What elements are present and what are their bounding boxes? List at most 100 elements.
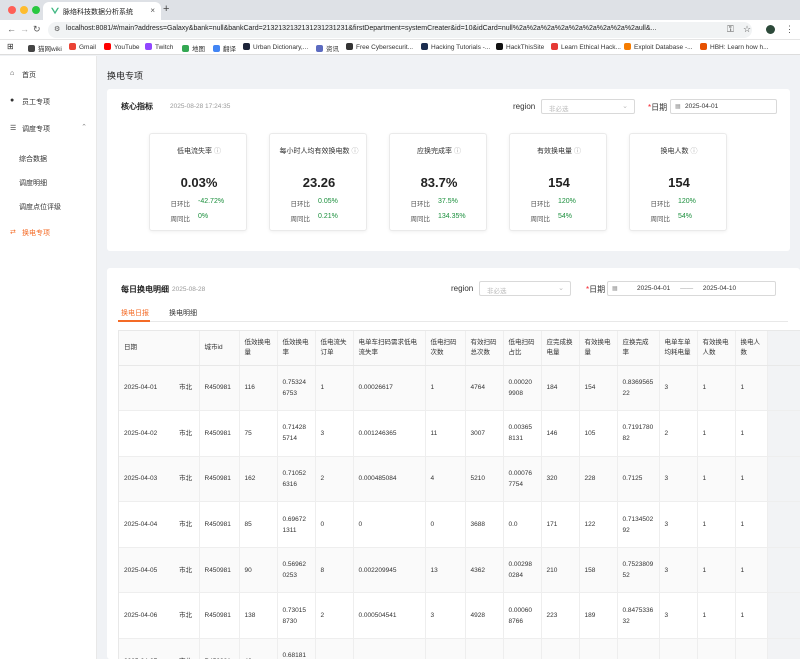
table-row[interactable]: 2025-04-06 bbox=[119, 592, 176, 640]
table-cell: 0.0 bbox=[503, 501, 542, 548]
table-cell-overflow bbox=[767, 547, 800, 594]
key-icon[interactable]: ⚿ bbox=[727, 24, 734, 35]
table-cell-overflow bbox=[767, 638, 800, 659]
column-header[interactable]: 低效换电率 bbox=[277, 331, 316, 366]
column-header[interactable]: 电单车单均耗电量 bbox=[659, 331, 698, 366]
table-row[interactable]: 2025-04-03 bbox=[119, 456, 176, 503]
city-name-cell: 市北 bbox=[174, 456, 200, 503]
bookmark-item[interactable]: HBH: Learn how h... bbox=[700, 43, 769, 51]
table-cell: 154 bbox=[579, 365, 618, 412]
table-cell: 1 bbox=[697, 365, 736, 412]
close-window-button[interactable] bbox=[8, 6, 16, 14]
reload-icon[interactable]: ↻ bbox=[33, 24, 41, 35]
table-cell: 0.696721311 bbox=[277, 501, 316, 548]
bookmark-star-icon[interactable]: ☆ bbox=[743, 24, 751, 35]
sidebar-item-home[interactable]: ⌂ 首页 bbox=[0, 66, 97, 84]
sidebar-item-battery-swap[interactable]: ⇄ 换电专项 bbox=[0, 224, 97, 242]
column-header[interactable]: 低电扫码占比 bbox=[503, 331, 542, 366]
table-row[interactable]: 市北R450981400.681818 bbox=[174, 638, 800, 659]
column-header[interactable]: 电单车扫码需求低电流失率 bbox=[353, 331, 426, 366]
date-label: *日期 bbox=[648, 103, 668, 112]
table-row[interactable]: 市北 R450981 138 0.730158730 2 0.000504541 3 4928… bbox=[174, 592, 800, 640]
browser-menu-icon[interactable]: ⋮ bbox=[785, 24, 794, 35]
apps-grid-icon[interactable]: ⊞ bbox=[7, 42, 14, 51]
date-cell: 2025-04-01 bbox=[119, 365, 176, 412]
column-header[interactable]: 低电流失订单 bbox=[315, 331, 354, 366]
table-row[interactable]: 市北 R450981 85 0.696721311 0 0 0 3688 0.0 171 122 0.… bbox=[174, 501, 800, 548]
column-header[interactable]: 应换完成率 bbox=[617, 331, 660, 366]
tab-close-icon[interactable]: × bbox=[150, 6, 155, 15]
back-icon[interactable]: ← bbox=[7, 24, 16, 34]
table-cell: 0.730158730 bbox=[277, 592, 316, 640]
bookmark-item[interactable]: Twitch bbox=[145, 43, 173, 51]
table-row[interactable]: 2025-04-07 bbox=[119, 638, 176, 659]
kpi-wow-label: 周同比 bbox=[650, 216, 671, 223]
bookmark-item[interactable]: Free Cybersecurit... bbox=[346, 43, 413, 51]
kpi-dod-label: 日环比 bbox=[650, 201, 671, 208]
table-cell: 4 bbox=[425, 456, 466, 503]
maximize-window-button[interactable] bbox=[32, 6, 40, 14]
daily-region-select[interactable]: 非必选 ⌄ bbox=[479, 281, 571, 296]
table-cell-overflow bbox=[767, 592, 800, 640]
url-input[interactable]: ⚙ localhost:8081/#/main?address=Galaxy&b… bbox=[48, 22, 752, 38]
column-header[interactable]: 有效换电人数 bbox=[697, 331, 736, 366]
profile-avatar[interactable] bbox=[766, 25, 775, 34]
column-header[interactable]: 低效换电量 bbox=[239, 331, 278, 366]
forward-icon[interactable]: → bbox=[20, 24, 29, 34]
column-header[interactable]: 城市id bbox=[199, 331, 240, 366]
kpi-dod-value: 120% bbox=[678, 198, 696, 205]
column-header[interactable]: 有效扫码总次数 bbox=[465, 331, 504, 366]
region-select[interactable]: 非必选 ⌄ bbox=[541, 99, 635, 114]
table-cell-overflow bbox=[767, 365, 800, 412]
date-picker[interactable]: ▦ 2025-04-01 bbox=[670, 99, 777, 114]
bookmark-item[interactable]: 资讯 bbox=[316, 43, 339, 53]
active-tab-indicator bbox=[118, 320, 150, 322]
range-end: 2025-04-10 bbox=[702, 285, 737, 292]
bookmark-item[interactable]: YouTube bbox=[104, 43, 140, 51]
table-row[interactable]: 市北 R450981 162 0.710526316 2 0.000485084 4 5210… bbox=[174, 456, 800, 503]
new-tab-button[interactable]: + bbox=[163, 3, 169, 15]
sidebar-subitem-overview[interactable]: 综合数据 bbox=[19, 154, 47, 164]
site-info-icon[interactable]: ⚙ bbox=[54, 25, 60, 33]
table-cell: 0.000608766 bbox=[503, 592, 542, 640]
browser-tab[interactable]: 脉络科技数据分析系统 × bbox=[43, 2, 161, 20]
column-header[interactable]: 有效换电量 bbox=[579, 331, 618, 366]
table-cell: 3007 bbox=[465, 410, 504, 457]
kpi-title: 有效换电量 ⓘ bbox=[537, 148, 581, 155]
bookmark-item[interactable]: 翻译 bbox=[213, 43, 236, 53]
sidebar-item-staff[interactable]: ● 员工专项 bbox=[0, 93, 97, 111]
table-cell: 0.00026617 bbox=[353, 365, 426, 412]
bookmark-item[interactable]: HackThisSite bbox=[496, 43, 544, 51]
table-cell: 3 bbox=[659, 547, 698, 594]
bookmark-item[interactable]: Exploit Database -... bbox=[624, 43, 693, 51]
bookmark-item[interactable]: Urban Dictionary,... bbox=[243, 43, 308, 51]
bookmark-item[interactable]: Gmail bbox=[69, 43, 96, 51]
column-header[interactable]: 换电人数 bbox=[735, 331, 768, 366]
column-header[interactable]: 应完成换电量 bbox=[541, 331, 580, 366]
bookmark-item[interactable]: Hacking Tutorials -... bbox=[421, 43, 490, 51]
table-row[interactable]: 市北 R450981 90 0.569620253 8 0.002209945 13 4362… bbox=[174, 547, 800, 594]
table-cell: 189 bbox=[579, 592, 618, 640]
minimize-window-button[interactable] bbox=[20, 6, 28, 14]
table-row[interactable]: 2025-04-04 bbox=[119, 501, 176, 548]
table-row[interactable]: 2025-04-02 bbox=[119, 410, 176, 457]
tab-swap-detail[interactable]: 换电明细 bbox=[169, 310, 197, 317]
table-cell: 138 bbox=[239, 592, 278, 640]
table-row[interactable]: 2025-04-05 bbox=[119, 547, 176, 594]
table-cell: 171 bbox=[541, 501, 580, 548]
sidebar-subitem-dispatch-detail[interactable]: 调度明细 bbox=[19, 178, 47, 188]
table-cell: 75 bbox=[239, 410, 278, 457]
table-row[interactable]: 市北 R450981 116 0.753246753 1 0.00026617 1 4764 0… bbox=[174, 365, 800, 412]
sidebar-item-dispatch[interactable]: ☰ 调度专项 ⌃ bbox=[0, 120, 97, 138]
column-header[interactable]: 低电扫码次数 bbox=[425, 331, 466, 366]
table-cell: 162 bbox=[239, 456, 278, 503]
date-range-picker[interactable]: ▦ 2025-04-01 —— 2025-04-10 bbox=[607, 281, 776, 296]
table-row[interactable]: 2025-04-01 bbox=[119, 365, 176, 412]
bookmark-item[interactable]: Learn Ethical Hack... bbox=[551, 43, 621, 51]
table-row[interactable]: 市北 R450981 75 0.714285714 3 0.001246365 11 3007… bbox=[174, 410, 800, 457]
tab-daily-report[interactable]: 换电日报 bbox=[121, 310, 149, 317]
bookmark-item[interactable]: 地图 bbox=[182, 43, 205, 53]
bookmark-item[interactable]: 猫网wiki bbox=[28, 43, 62, 53]
sidebar-subitem-point-rating[interactable]: 调度点位评级 bbox=[19, 202, 61, 212]
table-cell: 3 bbox=[659, 501, 698, 548]
